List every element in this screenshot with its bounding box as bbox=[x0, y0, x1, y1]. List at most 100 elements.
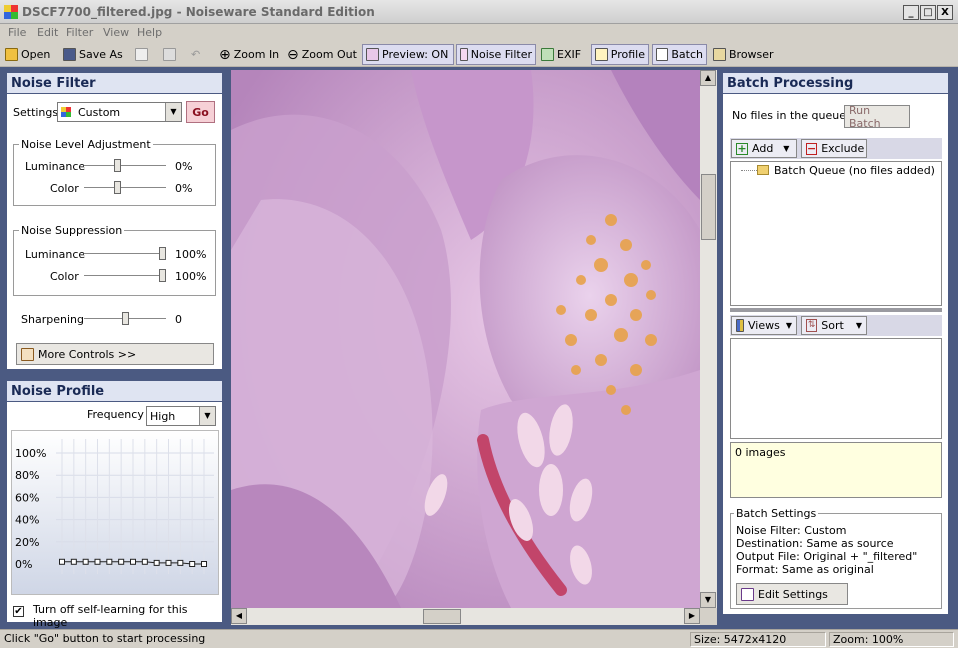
noise-profile-graph: 100% 80% 60% 40% 20% 0% bbox=[11, 430, 219, 595]
batch-settings-group: Batch Settings Noise Filter: Custom Dest… bbox=[730, 507, 942, 609]
y-tick-label: 40% bbox=[15, 514, 39, 527]
profile-point[interactable] bbox=[94, 558, 101, 565]
profile-icon bbox=[595, 48, 608, 61]
zoom-in-button[interactable]: ⊕ Zoom In bbox=[216, 44, 282, 65]
edit-settings-button[interactable]: Edit Settings bbox=[736, 583, 848, 605]
menu-view[interactable]: View bbox=[103, 26, 129, 39]
supp-color-slider[interactable] bbox=[84, 269, 166, 282]
level-luminance-slider[interactable] bbox=[84, 159, 166, 172]
exif-icon bbox=[541, 48, 554, 61]
views-icon bbox=[736, 319, 744, 332]
settings-select[interactable]: Custom ▼ bbox=[57, 102, 182, 122]
floppy-icon bbox=[63, 48, 76, 61]
profile-point[interactable] bbox=[165, 559, 172, 566]
preview-toggle[interactable]: Preview: ON bbox=[362, 44, 454, 65]
scroll-up-button[interactable]: ▲ bbox=[700, 70, 716, 86]
profile-button[interactable]: Profile bbox=[591, 44, 649, 65]
slider-thumb[interactable] bbox=[114, 159, 121, 172]
noise-profile-title: Noise Profile bbox=[7, 381, 222, 401]
scroll-down-button[interactable]: ▼ bbox=[700, 592, 716, 608]
chevron-down-icon: ▼ bbox=[783, 144, 790, 153]
self-learning-checkbox[interactable]: ✔ bbox=[13, 606, 24, 617]
slider-thumb[interactable] bbox=[159, 269, 166, 282]
slider-thumb[interactable] bbox=[121, 312, 129, 325]
exif-button[interactable]: EXIF bbox=[538, 44, 584, 65]
queue-root-item[interactable]: Batch Queue (no files added) bbox=[774, 164, 935, 177]
minus-icon: − bbox=[806, 141, 818, 155]
menu-filter[interactable]: Filter bbox=[66, 26, 93, 39]
noise-filter-button[interactable]: Noise Filter bbox=[456, 44, 536, 65]
profile-point[interactable] bbox=[59, 558, 65, 565]
splitter[interactable] bbox=[730, 308, 942, 312]
window-title: DSCF7700_filtered.jpg - Noiseware Standa… bbox=[22, 5, 375, 19]
noise-filter-panel: Settings Custom ▼ Go Noise Level Adjustm… bbox=[7, 94, 222, 369]
image-preview[interactable] bbox=[231, 70, 700, 608]
chevron-down-icon: ▼ bbox=[855, 321, 862, 330]
sharpening-slider[interactable] bbox=[84, 312, 166, 325]
copy-button[interactable] bbox=[132, 44, 151, 65]
menu-bar: File Edit Filter View Help bbox=[0, 24, 958, 42]
level-color-label: Color bbox=[50, 182, 79, 195]
slider-thumb[interactable] bbox=[114, 181, 121, 194]
level-color-slider[interactable] bbox=[84, 181, 166, 194]
profile-chart: 100% 80% 60% 40% 20% 0% bbox=[15, 439, 214, 574]
profile-point[interactable] bbox=[118, 558, 125, 565]
title-bar: DSCF7700_filtered.jpg - Noiseware Standa… bbox=[0, 0, 958, 24]
close-button[interactable]: X bbox=[937, 5, 953, 20]
thumbnail-view[interactable] bbox=[730, 338, 942, 439]
go-button[interactable]: Go bbox=[186, 101, 215, 123]
scroll-left-button[interactable]: ◀ bbox=[231, 608, 247, 624]
profile-point[interactable] bbox=[201, 561, 207, 567]
queue-tree[interactable]: Batch Queue (no files added) bbox=[730, 161, 942, 306]
profile-point[interactable] bbox=[141, 558, 148, 565]
sort-icon: ⇅ bbox=[806, 319, 818, 332]
horizontal-scrollbar[interactable]: ◀ ▶ bbox=[231, 608, 700, 625]
flower-image bbox=[231, 70, 700, 608]
profile-point[interactable] bbox=[82, 558, 89, 565]
zoom-in-icon: ⊕ bbox=[219, 46, 231, 63]
menu-help[interactable]: Help bbox=[137, 26, 162, 39]
zoom-out-button[interactable]: ⊖ Zoom Out bbox=[284, 44, 360, 65]
views-button[interactable]: Views ▼ bbox=[731, 316, 797, 335]
vertical-scroll-thumb[interactable] bbox=[701, 174, 716, 240]
exclude-button[interactable]: − Exclude bbox=[801, 139, 867, 158]
paste-button[interactable] bbox=[160, 44, 179, 65]
profile-point[interactable] bbox=[70, 558, 77, 565]
maximize-button[interactable]: □ bbox=[920, 5, 936, 20]
y-tick-label: 60% bbox=[15, 491, 39, 504]
open-button[interactable]: Open bbox=[2, 44, 53, 65]
noise-filter-icon bbox=[460, 48, 468, 61]
profile-point[interactable] bbox=[153, 559, 160, 566]
batch-title: Batch Processing bbox=[723, 73, 948, 93]
profile-point[interactable] bbox=[106, 558, 113, 565]
supp-luminance-slider[interactable] bbox=[84, 247, 166, 260]
sliders-icon bbox=[21, 347, 34, 361]
folder-open-icon bbox=[5, 48, 18, 61]
more-controls-button[interactable]: More Controls >> bbox=[16, 343, 214, 365]
profile-point[interactable] bbox=[189, 561, 196, 567]
vertical-scrollbar[interactable]: ▲ ▼ bbox=[700, 70, 717, 608]
save-as-button[interactable]: Save As bbox=[60, 44, 126, 65]
supp-color-value: 100% bbox=[175, 270, 207, 283]
menu-edit[interactable]: Edit bbox=[37, 26, 58, 39]
undo-icon: ↶ bbox=[191, 48, 201, 61]
add-button[interactable]: + Add ▼ bbox=[731, 139, 797, 158]
level-luminance-label: Luminance bbox=[25, 160, 86, 173]
setting-format: Format: Same as original bbox=[736, 563, 874, 576]
batch-button[interactable]: Batch bbox=[652, 44, 707, 65]
run-batch-button[interactable]: Run Batch bbox=[844, 104, 910, 130]
profile-point[interactable] bbox=[130, 558, 136, 565]
minimize-button[interactable]: _ bbox=[903, 5, 919, 20]
browser-button[interactable]: Browser bbox=[710, 44, 777, 65]
menu-file[interactable]: File bbox=[8, 26, 26, 39]
scroll-right-button[interactable]: ▶ bbox=[684, 608, 700, 624]
frequency-select[interactable]: High ▼ bbox=[146, 406, 216, 426]
noise-filter-title: Noise Filter bbox=[7, 73, 222, 93]
slider-thumb[interactable] bbox=[159, 247, 166, 260]
toolbar: Open Save As ↶ ⊕ Zoom In ⊖ Zoom Out Prev… bbox=[0, 42, 958, 67]
undo-button[interactable]: ↶ bbox=[188, 44, 203, 65]
level-color-value: 0% bbox=[175, 182, 193, 195]
sort-button[interactable]: ⇅ Sort ▼ bbox=[801, 316, 867, 335]
horizontal-scroll-thumb[interactable] bbox=[423, 609, 461, 624]
profile-point[interactable] bbox=[177, 559, 184, 566]
